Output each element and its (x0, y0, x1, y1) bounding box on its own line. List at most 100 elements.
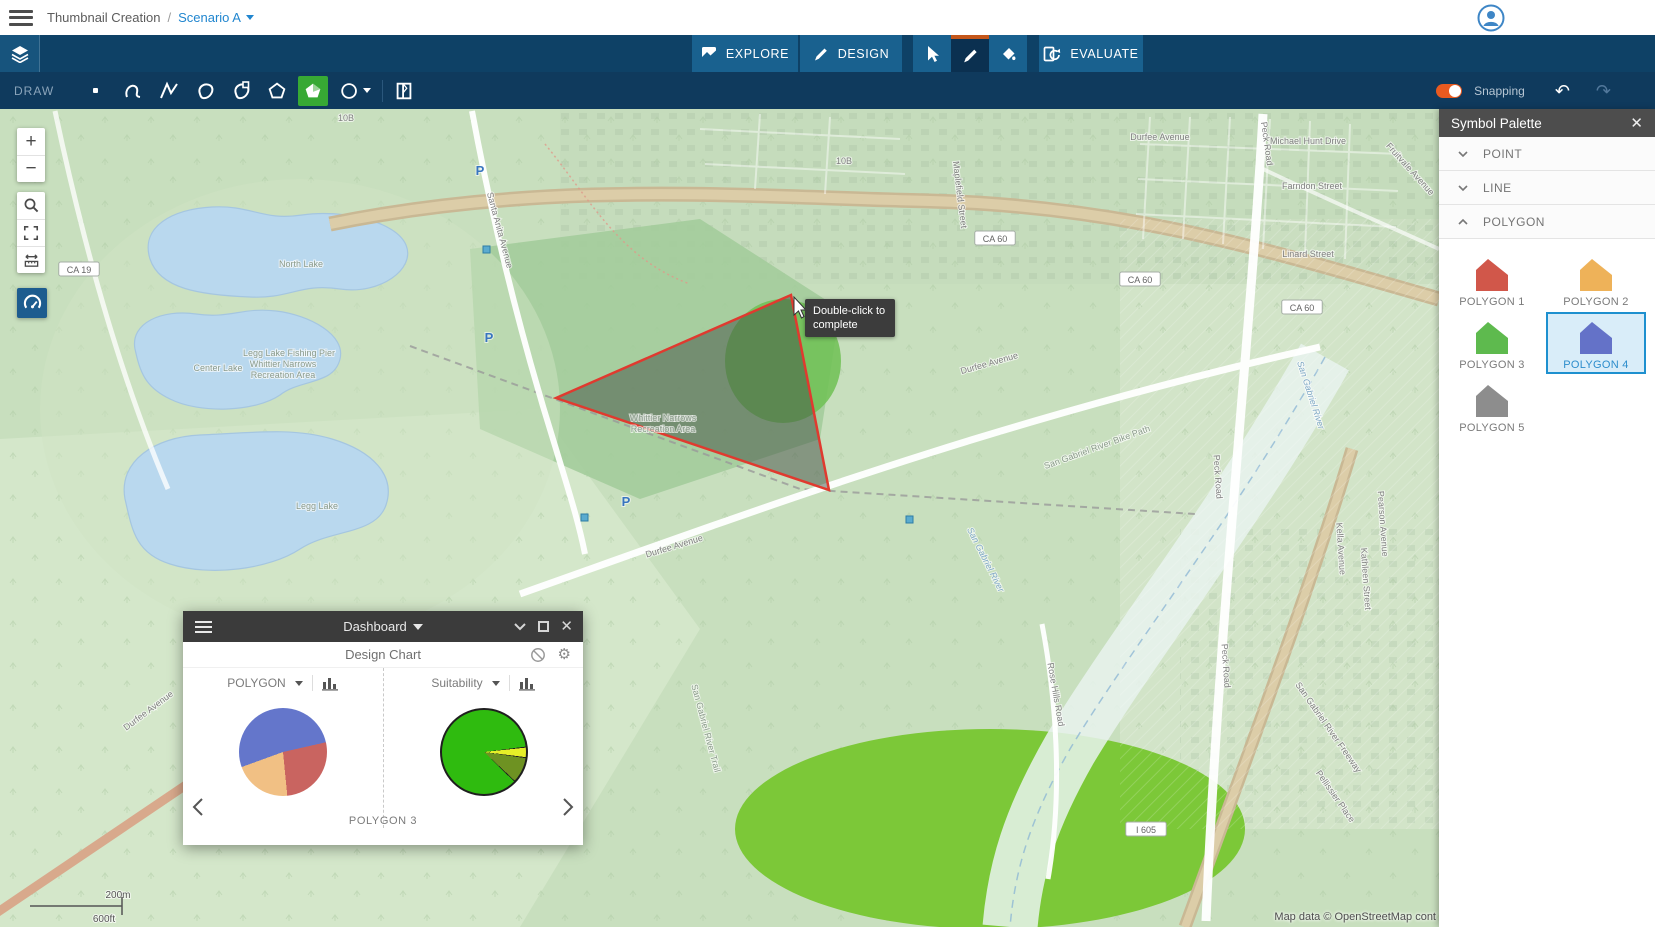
parking-marker: P (622, 494, 631, 509)
pie-chart-polygon (239, 708, 327, 796)
tab-design-label: DESIGN (838, 47, 890, 61)
svg-text:CA 60: CA 60 (983, 234, 1008, 244)
suitability-field-selector[interactable]: Suitability (431, 676, 482, 690)
section-point-label: POINT (1483, 147, 1522, 161)
parking-marker: P (485, 330, 494, 345)
undo-button[interactable]: ↶ (1555, 82, 1570, 100)
bar-chart-icon[interactable] (322, 676, 339, 691)
chevron-down-icon[interactable] (295, 681, 303, 686)
map-label: Durfee Avenue (1130, 132, 1189, 142)
search-button[interactable] (17, 192, 45, 219)
symbol-polygon-2[interactable]: POLYGON 2 (1546, 249, 1646, 311)
app-menu-icon[interactable] (9, 10, 33, 26)
bar-chart-icon[interactable] (519, 676, 536, 691)
map-label: Whittier Narrows (630, 413, 697, 423)
select-tool-button[interactable] (913, 35, 951, 72)
scenario-selector[interactable]: Scenario A (178, 10, 254, 25)
symbol-polygon-5[interactable]: POLYGON 5 (1442, 375, 1542, 437)
user-avatar[interactable] (1477, 4, 1505, 32)
polyline-icon (157, 79, 181, 103)
route-badge: CA 60 (975, 231, 1016, 245)
map-label: Legg Lake (296, 501, 338, 511)
close-icon[interactable]: ✕ (1630, 114, 1643, 132)
route-badge: CA 19 (59, 262, 100, 276)
chevron-down-icon (1457, 150, 1469, 158)
chevron-down-icon (413, 624, 423, 630)
redo-button[interactable]: ↷ (1596, 82, 1611, 100)
collapse-icon[interactable] (513, 622, 527, 631)
svg-text:CA 19: CA 19 (67, 265, 92, 275)
symbol-label: POLYGON 2 (1563, 296, 1628, 308)
polygon-field-selector[interactable]: POLYGON (227, 676, 285, 690)
draw-polygon-outline-tool[interactable] (262, 76, 292, 106)
snapping-toggle[interactable] (1436, 84, 1462, 98)
top-bar: Thumbnail Creation / Scenario A (0, 0, 1655, 35)
symbol-label: POLYGON 5 (1459, 422, 1524, 434)
tooltip-line1: Double-click to (813, 304, 887, 318)
map-label: Farndon Street (1282, 181, 1343, 191)
dashboard-window: Dashboard ✕ Design Chart (183, 611, 583, 845)
chevron-down-icon[interactable] (492, 681, 500, 686)
map-label: Legg Lake Fishing Pier (243, 348, 335, 358)
dashboard-header[interactable]: Dashboard ✕ (183, 611, 583, 642)
map-tools (17, 192, 45, 273)
pencil-icon (962, 47, 979, 64)
maximize-icon[interactable] (538, 621, 549, 632)
tooltip-line2: complete (813, 318, 887, 332)
full-extent-button[interactable] (17, 219, 45, 246)
fill-tool-button[interactable] (989, 35, 1027, 72)
design-chart-title: Design Chart (183, 647, 583, 662)
draw-freehand-line-tool[interactable] (118, 76, 148, 106)
toolbar-divider (382, 80, 383, 102)
breadcrumb-separator: / (167, 10, 171, 25)
draw-autocomplete-polygon-tool[interactable] (226, 76, 256, 106)
zoom-in-button[interactable]: + (17, 128, 45, 155)
tab-evaluate[interactable]: EVALUATE (1039, 35, 1143, 72)
polygon-icon (266, 80, 288, 102)
split-polygon-tool[interactable] (389, 76, 419, 106)
draw-point-tool[interactable] (80, 76, 110, 106)
tab-explore[interactable]: EXPLORE (692, 35, 798, 72)
layers-button[interactable] (0, 35, 40, 72)
draw-polygon-tool-active[interactable] (298, 76, 328, 106)
section-line[interactable]: LINE (1439, 171, 1655, 205)
chevron-down-icon (246, 15, 254, 20)
scale-metric: 200m (105, 890, 130, 901)
search-icon (23, 197, 40, 214)
polygon-swatch-icon (1578, 320, 1614, 356)
map-container: North LakeCenter LakeLegg Lake Fishing P… (0, 109, 1439, 927)
dashboard-body: POLYGON Suitability (183, 668, 583, 845)
draw-circle-tool[interactable] (334, 76, 376, 106)
svg-text:CA 60: CA 60 (1290, 303, 1315, 313)
dashboard-menu-icon[interactable] (195, 621, 212, 633)
zoom-out-button[interactable]: − (17, 155, 45, 182)
draw-freehand-polygon-tool[interactable] (190, 76, 220, 106)
symbol-label: POLYGON 3 (1459, 359, 1524, 371)
symbol-polygon-1[interactable]: POLYGON 1 (1442, 249, 1542, 311)
polygon-swatch-icon (1578, 257, 1614, 293)
measure-icon (23, 252, 40, 269)
close-icon[interactable]: ✕ (560, 619, 573, 634)
pie-chart-suitability (440, 708, 528, 796)
filled-polygon-icon (302, 80, 324, 102)
freehand-polygon-icon (193, 79, 217, 103)
route-badge: CA 60 (1120, 272, 1161, 286)
chart-footer-label: POLYGON 3 (183, 815, 583, 827)
symbol-polygon-4[interactable]: POLYGON 4 (1546, 312, 1646, 374)
draw-toolbar: DRAW (0, 72, 1655, 109)
chart-pane-suitability: Suitability (383, 668, 583, 828)
tab-evaluate-label: EVALUATE (1070, 47, 1138, 61)
divider (312, 675, 313, 691)
breadcrumb: Thumbnail Creation / Scenario A (47, 10, 254, 25)
breadcrumb-project[interactable]: Thumbnail Creation (47, 10, 160, 25)
section-point[interactable]: POINT (1439, 137, 1655, 171)
section-polygon[interactable]: POLYGON (1439, 205, 1655, 239)
symbol-palette: Symbol Palette ✕ POINT LINE POLYGON POLY… (1439, 109, 1655, 927)
symbol-polygon-3[interactable]: POLYGON 3 (1442, 312, 1542, 374)
draw-polyline-tool[interactable] (154, 76, 184, 106)
tab-design[interactable]: DESIGN (800, 35, 902, 72)
map-label: Whittier Narrows (250, 359, 317, 369)
measure-button[interactable] (17, 246, 45, 273)
dashboard-toggle-button[interactable] (17, 288, 47, 318)
sketch-tool-button[interactable] (951, 35, 989, 72)
